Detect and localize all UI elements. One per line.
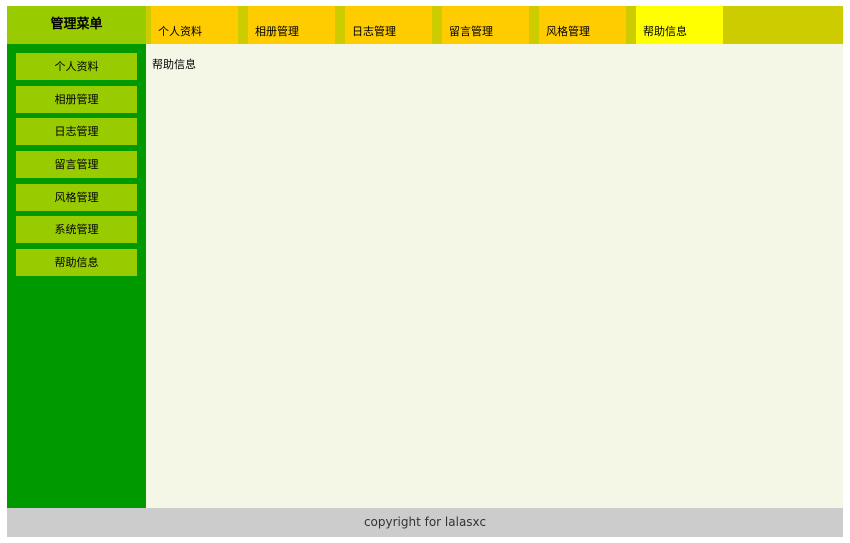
tab-style[interactable]: 风格管理 — [534, 6, 626, 44]
sidebar-item-guestbook[interactable]: 留言管理 — [16, 151, 137, 178]
tab-album[interactable]: 相册管理 — [243, 6, 335, 44]
content-text: 帮助信息 — [152, 58, 196, 71]
tab-guestbook[interactable]: 留言管理 — [437, 6, 529, 44]
sidebar-item-help[interactable]: 帮助信息 — [16, 249, 137, 276]
sidebar-item-blog[interactable]: 日志管理 — [16, 118, 137, 145]
sidebar-item-profile[interactable]: 个人资料 — [16, 53, 137, 80]
sidebar-item-style[interactable]: 风格管理 — [16, 184, 137, 211]
tab-profile[interactable]: 个人资料 — [146, 6, 238, 44]
tab-blog[interactable]: 日志管理 — [340, 6, 432, 44]
footer: copyright for lalasxc — [7, 508, 843, 537]
tab-help[interactable]: 帮助信息 — [631, 6, 723, 44]
main-content: 帮助信息 — [146, 44, 843, 508]
menu-title: 管理菜单 — [7, 6, 146, 44]
sidebar-item-system[interactable]: 系统管理 — [16, 216, 137, 243]
sidebar-item-album[interactable]: 相册管理 — [16, 86, 137, 113]
top-bar: 管理菜单 个人资料 相册管理 日志管理 留言管理 风格管理 帮助信息 — [7, 6, 843, 44]
page: 管理菜单 个人资料 相册管理 日志管理 留言管理 风格管理 帮助信息 个人资料 … — [7, 6, 843, 537]
sidebar: 个人资料 相册管理 日志管理 留言管理 风格管理 系统管理 帮助信息 — [7, 44, 146, 508]
